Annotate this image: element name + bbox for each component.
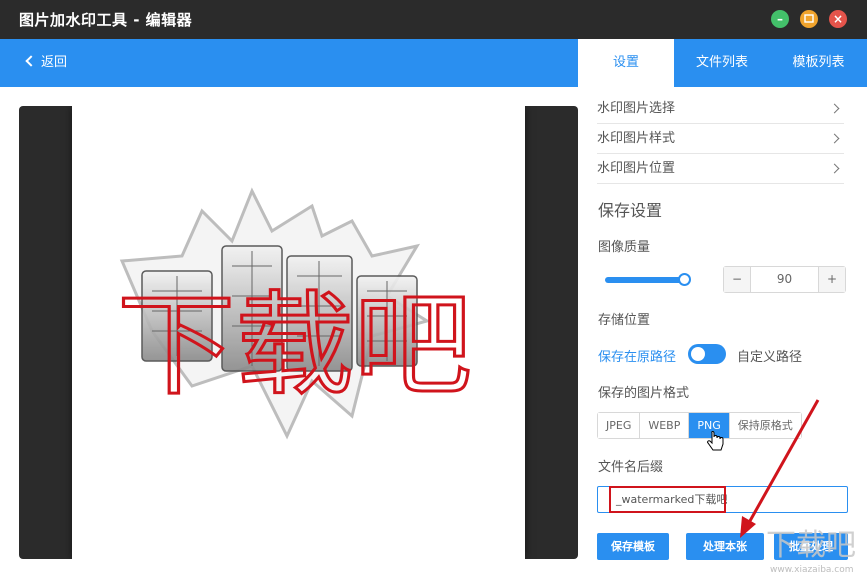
menu-label: 水印图片样式 <box>597 131 676 146</box>
preview-image[interactable]: 下载吧 <box>72 106 525 559</box>
settings-panel: 水印图片选择 水印图片样式 水印图片位置 保存设置 图像质量 − 90 + 存储… <box>578 87 867 578</box>
save-template-button[interactable]: 保存模板 <box>597 533 669 560</box>
tab-file-list[interactable]: 文件列表 <box>674 39 770 87</box>
close-button[interactable]: × <box>829 10 847 28</box>
quality-value-input[interactable]: 90 <box>750 267 819 292</box>
chevron-left-icon <box>25 55 37 67</box>
maximize-button[interactable] <box>800 10 818 28</box>
save-original-path-option[interactable]: 保存在原路径 <box>598 346 676 365</box>
hand-cursor-icon <box>707 431 724 451</box>
menu-label: 水印图片选择 <box>597 101 676 116</box>
back-button[interactable]: 返回 <box>25 39 68 87</box>
storage-path-toggle[interactable] <box>688 344 726 364</box>
back-label: 返回 <box>41 55 68 70</box>
format-label: 保存的图片格式 <box>598 386 690 401</box>
toolbar: 返回 设置 文件列表 模板列表 <box>0 39 867 87</box>
quality-increment-button[interactable]: + <box>819 267 845 292</box>
menu-watermark-image-position[interactable]: 水印图片位置 <box>597 154 844 184</box>
window-title: 图片加水印工具 - 编辑器 <box>19 11 193 29</box>
minimize-icon: – <box>777 12 783 26</box>
storage-location-label: 存储位置 <box>598 313 651 328</box>
custom-path-option[interactable]: 自定义路径 <box>737 346 802 365</box>
menu-watermark-image-select[interactable]: 水印图片选择 <box>597 94 844 124</box>
site-watermark: 下载吧 www.xiazaiba.com <box>748 518 867 578</box>
tab-bar: 设置 文件列表 模板列表 <box>578 39 867 87</box>
toggle-knob <box>691 347 705 361</box>
format-selector: JPEG WEBP PNG 保持原格式 <box>597 412 802 439</box>
format-option-keep-original[interactable]: 保持原格式 <box>729 413 801 438</box>
site-watermark-url: www.xiazaiba.com <box>770 565 854 575</box>
maximize-icon <box>804 14 814 23</box>
tab-settings[interactable]: 设置 <box>578 39 674 87</box>
close-icon: × <box>832 12 844 26</box>
minimize-button[interactable]: – <box>771 10 789 28</box>
title-bar: 图片加水印工具 - 编辑器 – × <box>0 0 867 39</box>
save-settings-heading: 保存设置 <box>598 201 663 220</box>
logo-image: 下载吧 <box>116 187 474 440</box>
quality-stepper: − 90 + <box>723 266 846 293</box>
quality-slider-track[interactable] <box>605 277 689 283</box>
quality-slider-handle[interactable] <box>678 273 691 286</box>
menu-watermark-image-style[interactable]: 水印图片样式 <box>597 124 844 154</box>
chevron-right-icon <box>829 163 840 174</box>
chevron-right-icon <box>829 133 840 144</box>
quality-decrement-button[interactable]: − <box>724 267 750 292</box>
site-watermark-text: 下载吧 <box>766 528 856 563</box>
format-option-webp[interactable]: WEBP <box>640 413 690 438</box>
tab-template-list[interactable]: 模板列表 <box>770 39 867 87</box>
chevron-right-icon <box>829 103 840 114</box>
annotation-highlight-box <box>609 486 726 513</box>
watermark-text: 下载吧 <box>117 283 472 408</box>
quality-label: 图像质量 <box>598 240 651 255</box>
preview-area: 下载吧 <box>19 106 578 559</box>
suffix-label: 文件名后缀 <box>598 460 664 475</box>
format-option-jpeg[interactable]: JPEG <box>598 413 641 438</box>
menu-label: 水印图片位置 <box>597 161 676 176</box>
